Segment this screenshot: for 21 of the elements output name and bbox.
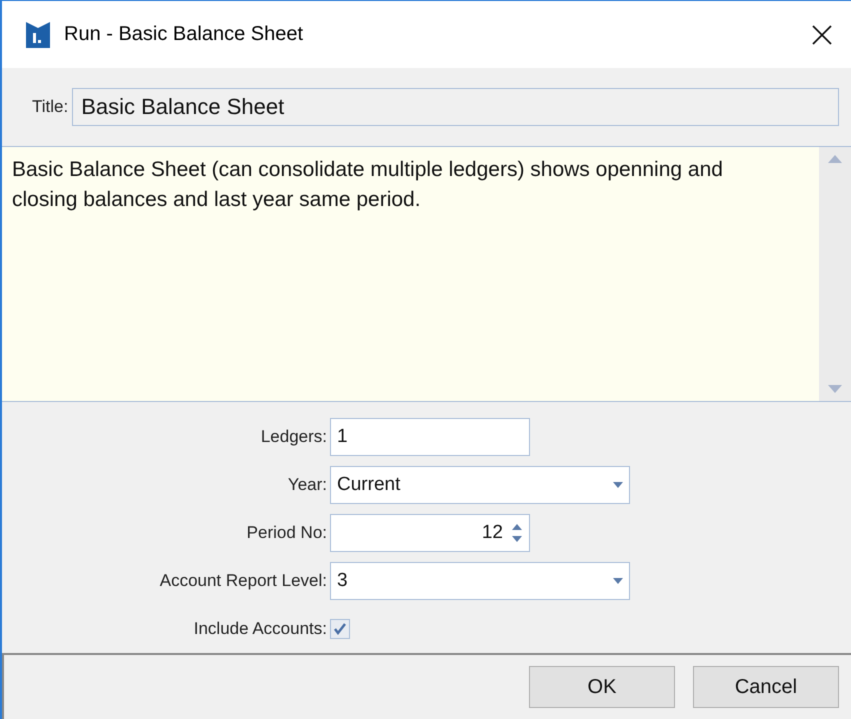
text-input[interactable]: 1 — [330, 418, 530, 456]
field-label: Account Report Level: — [158, 571, 328, 591]
field-label: Ledgers: — [260, 427, 328, 447]
spin-input[interactable]: 12 — [330, 514, 530, 552]
dropdown[interactable]: 3 — [330, 562, 630, 600]
description-text: Basic Balance Sheet (can consolidate multiple ledgers) shows openning and closing balances and last year same period. — [11, 157, 724, 213]
window-title: Run - Basic Balance Sheet — [64, 23, 304, 46]
spinner-arrows-icon[interactable] — [511, 522, 523, 544]
dialog-button[interactable]: OK — [529, 666, 675, 708]
field-label: Period No: — [246, 523, 328, 543]
field-label: Include Accounts: — [192, 619, 328, 639]
dialog-button[interactable]: Cancel — [693, 666, 839, 708]
field-label: Year: — [286, 475, 328, 495]
close-icon[interactable] — [811, 24, 833, 46]
checkbox[interactable] — [330, 619, 350, 639]
dropdown[interactable]: Current — [330, 466, 630, 504]
dropdown-caret-icon[interactable] — [613, 578, 623, 584]
app-logo-icon — [26, 22, 50, 48]
field-label: Title: — [32, 97, 68, 117]
dropdown-caret-icon[interactable] — [613, 482, 623, 488]
title-input[interactable]: Basic Balance Sheet — [72, 88, 839, 126]
